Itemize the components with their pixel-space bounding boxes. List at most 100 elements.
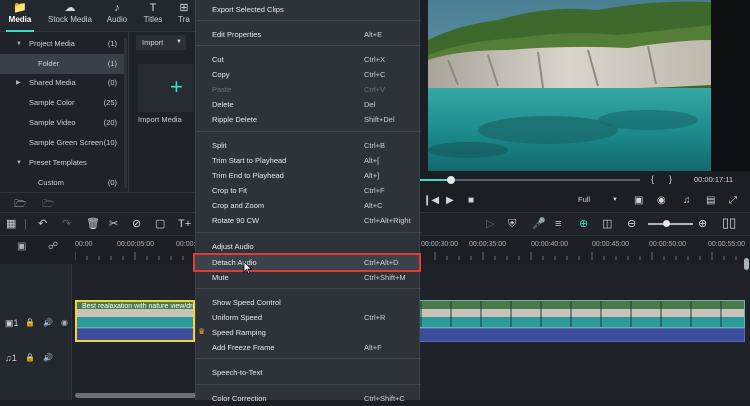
ruler-label: 00:00:10:00 xyxy=(176,241,195,248)
import-dropdown[interactable]: Import ▼ xyxy=(136,35,186,50)
monitor-icon[interactable]: ▣ xyxy=(634,195,643,207)
volume-icon[interactable]: ♫ xyxy=(683,195,691,207)
tab-media[interactable]: 📁 Media xyxy=(0,2,40,32)
sidebar-item-project-media[interactable]: ▼ Project Media (1) xyxy=(0,34,127,54)
render-icon[interactable]: ▷ xyxy=(486,218,494,231)
undo-icon[interactable]: ↶ xyxy=(38,218,47,231)
step-back-icon[interactable]: ❙◀ xyxy=(423,195,439,207)
zoom-slider-track[interactable] xyxy=(648,223,693,225)
vertical-scrollbar[interactable] xyxy=(744,258,749,270)
expand-triangle-icon[interactable]: ▼ xyxy=(16,153,22,173)
snap-icon[interactable]: ⊕ xyxy=(579,218,588,231)
menu-item-speech-to-text[interactable]: Speech-to-Text xyxy=(196,365,421,380)
menu-item-paste[interactable]: Paste Ctrl+V xyxy=(196,82,421,97)
chevron-down-icon: ▼ xyxy=(176,39,182,45)
ruler-label: 00:00:45:00 xyxy=(592,241,629,248)
link-icon[interactable]: ☍ xyxy=(48,241,58,252)
collapse-triangle-icon[interactable]: ▶ xyxy=(16,73,21,93)
redo-icon[interactable]: ↷ xyxy=(62,218,71,231)
menu-item-trim-end[interactable]: Trim End to Playhead Alt+] xyxy=(196,168,421,183)
menu-item-copy[interactable]: Copy Ctrl+C xyxy=(196,67,421,82)
menu-item-ripple-delete[interactable]: Ripple Delete Shift+Del xyxy=(196,112,421,127)
delete-icon[interactable]: 🗑 xyxy=(86,218,100,231)
preview-letterbox xyxy=(711,0,750,171)
ruler-label: 00:00:50:00 xyxy=(649,241,686,248)
expand-triangle-icon[interactable]: ▼ xyxy=(16,34,22,54)
play-icon[interactable]: ▶ xyxy=(446,195,454,207)
cloud-icon: ☁ xyxy=(64,2,76,14)
menu-item-crop-and-zoom[interactable]: Crop and Zoom Alt+C xyxy=(196,198,421,213)
quality-select[interactable]: Full ▼ xyxy=(574,193,622,207)
sidebar-item-preset-templates[interactable]: ▼ Preset Templates xyxy=(0,153,127,173)
menu-item-uniform-speed[interactable]: Uniform Speed Ctrl+R xyxy=(196,310,421,325)
tab-stock-media[interactable]: ☁ Stock Media xyxy=(44,2,96,30)
fullscreen-icon[interactable]: ⤢ xyxy=(729,195,737,207)
lock-icon[interactable]: 🔒 xyxy=(25,318,35,327)
sidebar-scrollbar[interactable] xyxy=(124,38,127,188)
mark-out-button[interactable]: } xyxy=(669,174,672,184)
menu-item-delete[interactable]: Delete Del xyxy=(196,97,421,112)
menu-item-mute[interactable]: Mute Ctrl+Shift+M xyxy=(196,270,421,285)
sidebar-item-sample-video[interactable]: Sample Video (20) xyxy=(0,113,127,133)
zoom-out-icon[interactable]: ⊖ xyxy=(627,218,636,231)
clip-title: Best realaxation with nature view/drone xyxy=(82,303,194,310)
menu-item-crop-to-fit[interactable]: Crop to Fit Ctrl+F xyxy=(196,183,421,198)
menu-item-rotate-90-cw[interactable]: Rotate 90 CW Ctrl+Alt+Right xyxy=(196,213,421,228)
ruler-label: 00:00:30:00 xyxy=(421,241,458,248)
timecode: 00:00:17:11 xyxy=(694,175,734,184)
music-icon: ♪ xyxy=(114,2,120,14)
playhead-knob[interactable] xyxy=(447,176,455,184)
crop-icon[interactable]: ▢ xyxy=(155,218,165,231)
sidebar-item-shared-media[interactable]: ▶ Shared Media (0) xyxy=(0,73,127,93)
sidebar-item-custom[interactable]: Custom (0) xyxy=(0,173,127,193)
audio-track-icon: ♫1 xyxy=(5,353,17,363)
menu-item-export-selected-clips[interactable]: Export Selected Clips xyxy=(196,2,421,17)
layout-icon[interactable]: ▦ xyxy=(6,218,16,231)
settings-icon[interactable]: ▤ xyxy=(706,195,715,207)
menu-item-edit-properties[interactable]: Edit Properties Alt+E xyxy=(196,27,421,42)
stop-icon[interactable]: ■ xyxy=(468,195,474,207)
menu-item-trim-start[interactable]: Trim Start to Playhead Alt+[ xyxy=(196,153,421,168)
folder-icon: 📁 xyxy=(13,2,27,14)
menu-item-cut[interactable]: Cut Ctrl+X xyxy=(196,52,421,67)
text-icon: T xyxy=(149,2,157,14)
tab-audio[interactable]: ♪ Audio xyxy=(98,2,136,30)
plus-icon[interactable]: + xyxy=(170,76,183,98)
list-icon[interactable]: ≡ xyxy=(555,218,561,231)
panel-toggle-icon[interactable]: ▯▯ xyxy=(722,216,736,229)
tab-media-label: Media xyxy=(8,15,32,24)
menu-item-split[interactable]: Split Ctrl+B xyxy=(196,138,421,153)
media-sidebar: ▼ Project Media (1) Folder (1) ▶ Shared … xyxy=(0,32,128,192)
tag-icon[interactable]: ⊘ xyxy=(132,218,141,231)
mute-icon[interactable]: 🔊 xyxy=(43,318,53,327)
lock-icon[interactable]: 🔒 xyxy=(25,353,35,362)
ruler-label: 00:00:05:00 xyxy=(117,241,154,248)
video-track-icon: ▣1 xyxy=(5,318,19,328)
menu-item-show-speed-control[interactable]: Show Speed Control xyxy=(196,295,421,310)
tab-transitions-label: Tra xyxy=(178,15,190,24)
shield-icon[interactable]: ⛨ xyxy=(508,218,516,231)
zoom-in-icon[interactable]: ⊕ xyxy=(698,218,707,231)
sidebar-item-sample-color[interactable]: Sample Color (25) xyxy=(0,93,127,113)
menu-item-color-correction[interactable]: Color Correction Ctrl+Shift+C xyxy=(196,391,421,406)
snapshot-icon[interactable]: ◉ xyxy=(657,195,666,207)
mark-in-button[interactable]: { xyxy=(651,174,654,184)
ruler-label: 00:00:40:00 xyxy=(531,241,568,248)
microphone-icon[interactable]: 🎤 xyxy=(532,218,546,231)
sidebar-item-folder[interactable]: Folder (1) xyxy=(0,54,127,74)
menu-item-adjust-audio[interactable]: Adjust Audio xyxy=(196,239,421,254)
add-track-icon[interactable]: ▣ xyxy=(17,241,26,252)
menu-item-add-freeze-frame[interactable]: Add Freeze Frame Alt+F xyxy=(196,340,421,355)
cut-icon[interactable]: ✂ xyxy=(109,218,118,231)
marker-icon[interactable]: ◫ xyxy=(602,218,612,231)
tab-transitions[interactable]: ⊞ Tra xyxy=(174,2,194,30)
eye-icon[interactable]: ◉ xyxy=(61,318,68,327)
zoom-slider-knob[interactable] xyxy=(663,220,670,227)
tab-titles[interactable]: T Titles xyxy=(136,2,170,30)
menu-item-speed-ramping[interactable]: Speed Ramping xyxy=(196,325,421,340)
sidebar-item-sample-green-screen[interactable]: Sample Green Screen (10) xyxy=(0,133,127,153)
import-media-tile[interactable] xyxy=(138,64,194,112)
ruler-label: 00:00:55:00 xyxy=(708,241,745,248)
mute-icon[interactable]: 🔊 xyxy=(43,353,53,362)
text-add-icon[interactable]: T+ xyxy=(178,218,191,231)
